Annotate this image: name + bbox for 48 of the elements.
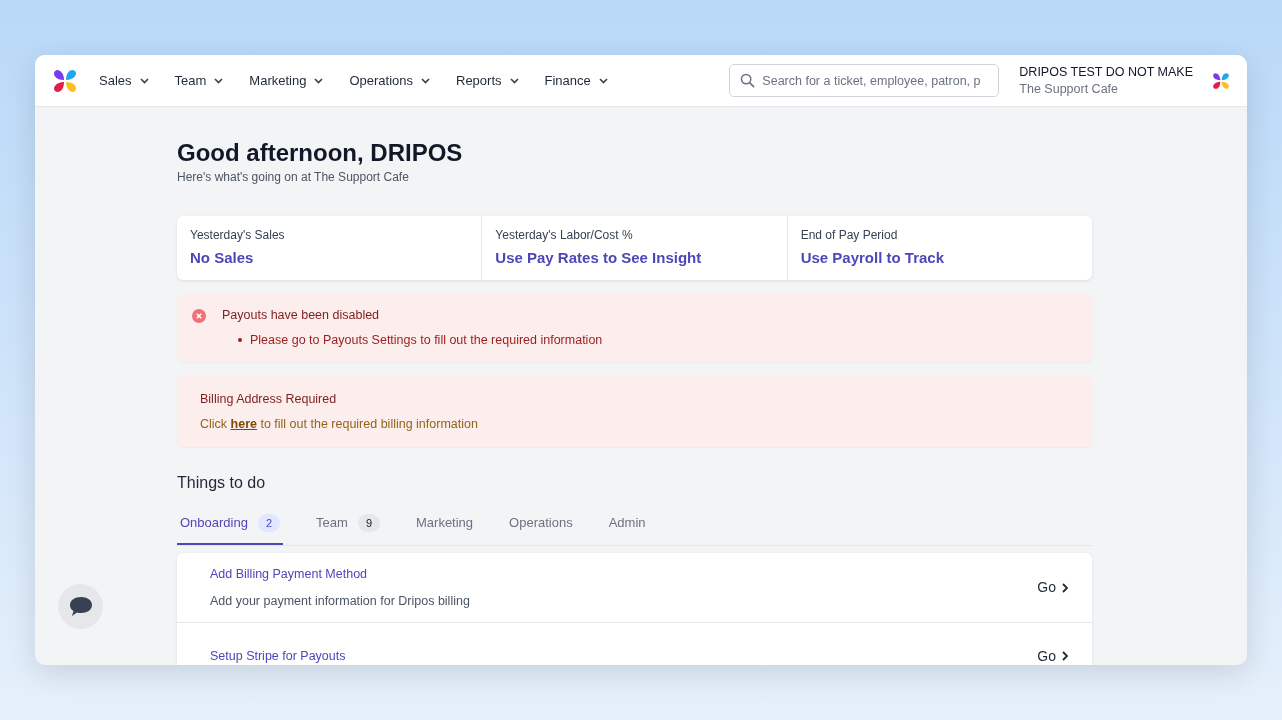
tab[interactable]: Operations xyxy=(506,513,576,545)
nav-menu[interactable]: Team xyxy=(174,70,224,91)
bullet-icon xyxy=(238,338,242,343)
stat-label: End of Pay Period xyxy=(800,226,899,244)
stat-value: No Sales xyxy=(190,247,255,268)
alert-text: Click here to fill out the required billing information xyxy=(200,415,479,433)
nav-menu[interactable]: Finance xyxy=(544,70,608,91)
greeting-title: Good afternoon, DRIPOS xyxy=(177,139,464,168)
location-name: The Support Cafe xyxy=(1019,80,1119,98)
chevron-right-icon xyxy=(1062,582,1068,593)
chevron-down-icon xyxy=(421,77,430,84)
task-title[interactable]: Add Billing Payment Method xyxy=(210,564,1038,584)
task-description: Add your payment information for Dripos billing xyxy=(210,592,471,610)
go-button[interactable]: Go xyxy=(1037,577,1068,599)
go-button[interactable]: Go xyxy=(1037,645,1068,665)
tab[interactable]: Admin xyxy=(605,513,649,545)
chevron-down-icon xyxy=(509,77,519,84)
error-icon xyxy=(192,308,206,323)
chevron-right-icon xyxy=(1062,651,1068,662)
count-badge: 2 xyxy=(257,513,281,533)
chevron-down-icon xyxy=(139,77,149,84)
chevron-down-icon xyxy=(314,77,324,84)
stat-label: Yesterday's Labor/Cost % xyxy=(495,226,634,244)
chat-icon xyxy=(68,596,93,617)
nav-menu[interactable]: Reports xyxy=(456,70,519,91)
search-field[interactable]: Search for a ticket, employee, patron, p xyxy=(729,64,1000,97)
alert-title: Billing Address Required xyxy=(200,390,338,408)
section-title: Things to do xyxy=(177,473,267,494)
stat-value: Use Payroll to Track xyxy=(800,247,946,268)
account-name: DRIPOS TEST DO NOT MAKE xyxy=(1019,63,1193,81)
logo-icon xyxy=(1211,70,1231,91)
nav-menu[interactable]: Sales xyxy=(99,70,149,91)
count-badge: 9 xyxy=(357,513,380,533)
tab[interactable]: Team 9 xyxy=(313,513,383,545)
nav-menu[interactable]: Marketing xyxy=(249,70,324,91)
task-title[interactable]: Setup Stripe for Payouts xyxy=(210,646,1038,665)
stat-value: Use Pay Rates to See Insight xyxy=(495,247,703,268)
billing-link[interactable]: here xyxy=(230,416,257,431)
alert-title: Payouts have been disabled xyxy=(222,307,380,325)
greeting-subtitle: Here's what's going on at The Support Cafe xyxy=(177,168,410,186)
nav-menu[interactable]: Operations xyxy=(349,70,430,91)
stat-label: Yesterday's Sales xyxy=(190,226,286,244)
chevron-down-icon xyxy=(598,77,608,84)
chat-button[interactable] xyxy=(58,584,103,629)
chevron-down-icon xyxy=(214,77,224,84)
tab[interactable]: Onboarding 2 xyxy=(177,513,284,545)
alert-text: Please go to Payouts Settings to fill out the required information xyxy=(250,332,603,350)
tab[interactable]: Marketing xyxy=(413,513,477,545)
